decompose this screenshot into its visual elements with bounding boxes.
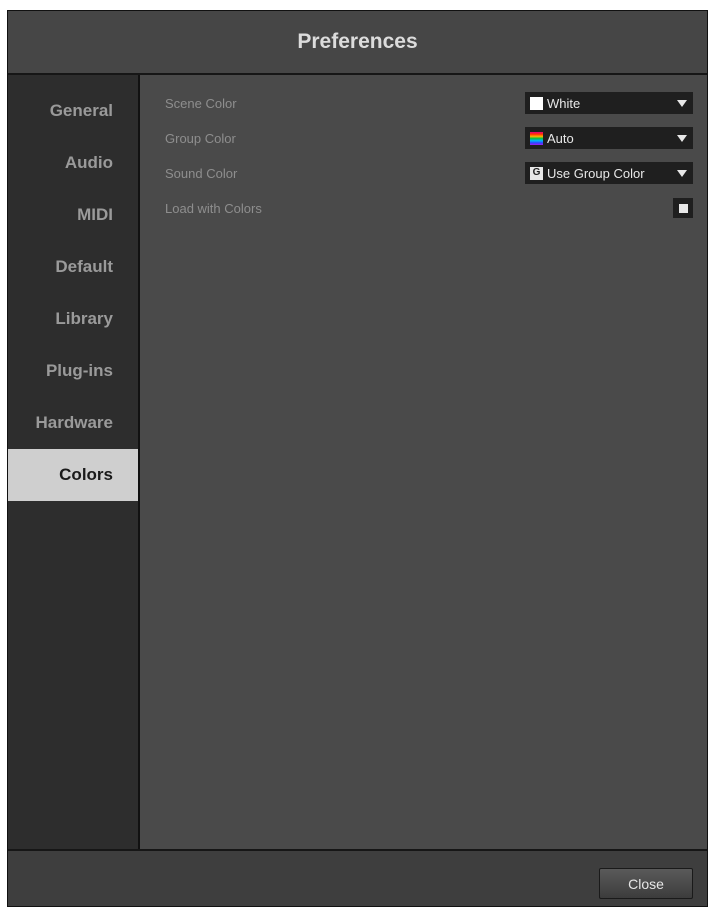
sound-color-dropdown[interactable]: G Use Group Color xyxy=(525,162,693,184)
sidebar-item-colors[interactable]: Colors xyxy=(8,449,138,501)
rainbow-swatch-icon xyxy=(530,131,543,145)
load-with-colors-label: Load with Colors xyxy=(165,200,262,216)
scene-color-dropdown[interactable]: White xyxy=(525,92,693,114)
group-color-dropdown[interactable]: Auto xyxy=(525,127,693,149)
footer-bar: Close xyxy=(8,849,707,906)
sidebar-item-library[interactable]: Library xyxy=(8,293,138,345)
sound-color-row: Sound Color G Use Group Color xyxy=(165,162,693,184)
sidebar-item-default[interactable]: Default xyxy=(8,241,138,293)
dropdown-arrow-icon xyxy=(677,169,687,177)
load-with-colors-row: Load with Colors xyxy=(165,197,693,219)
sound-color-value: Use Group Color xyxy=(547,165,645,181)
sidebar-item-general[interactable]: General xyxy=(8,85,138,137)
dropdown-arrow-icon xyxy=(677,99,687,107)
group-color-label: Group Color xyxy=(165,130,236,146)
checkbox-mark-icon xyxy=(678,203,688,213)
scene-color-row: Scene Color White xyxy=(165,92,693,114)
group-color-value: Auto xyxy=(547,130,574,146)
sidebar-item-hardware[interactable]: Hardware xyxy=(8,397,138,449)
preferences-window: Preferences General Audio MIDI Default L… xyxy=(7,10,708,907)
window-title: Preferences xyxy=(8,11,707,75)
sidebar-item-plug-ins[interactable]: Plug-ins xyxy=(8,345,138,397)
sound-color-label: Sound Color xyxy=(165,165,238,181)
load-with-colors-checkbox[interactable] xyxy=(673,198,693,218)
scene-color-label: Scene Color xyxy=(165,95,237,111)
group-g-icon: G xyxy=(530,166,543,180)
scene-color-value: White xyxy=(547,95,581,111)
sidebar-item-midi[interactable]: MIDI xyxy=(8,189,138,241)
group-color-row: Group Color Auto xyxy=(165,127,693,149)
sidebar-item-audio[interactable]: Audio xyxy=(8,137,138,189)
dropdown-arrow-icon xyxy=(677,134,687,142)
sidebar: General Audio MIDI Default Library Plug-… xyxy=(8,75,140,849)
colors-settings-panel: Scene Color White Group Color Auto Sound… xyxy=(140,75,707,849)
close-button[interactable]: Close xyxy=(599,868,693,899)
white-swatch-icon xyxy=(530,96,543,110)
